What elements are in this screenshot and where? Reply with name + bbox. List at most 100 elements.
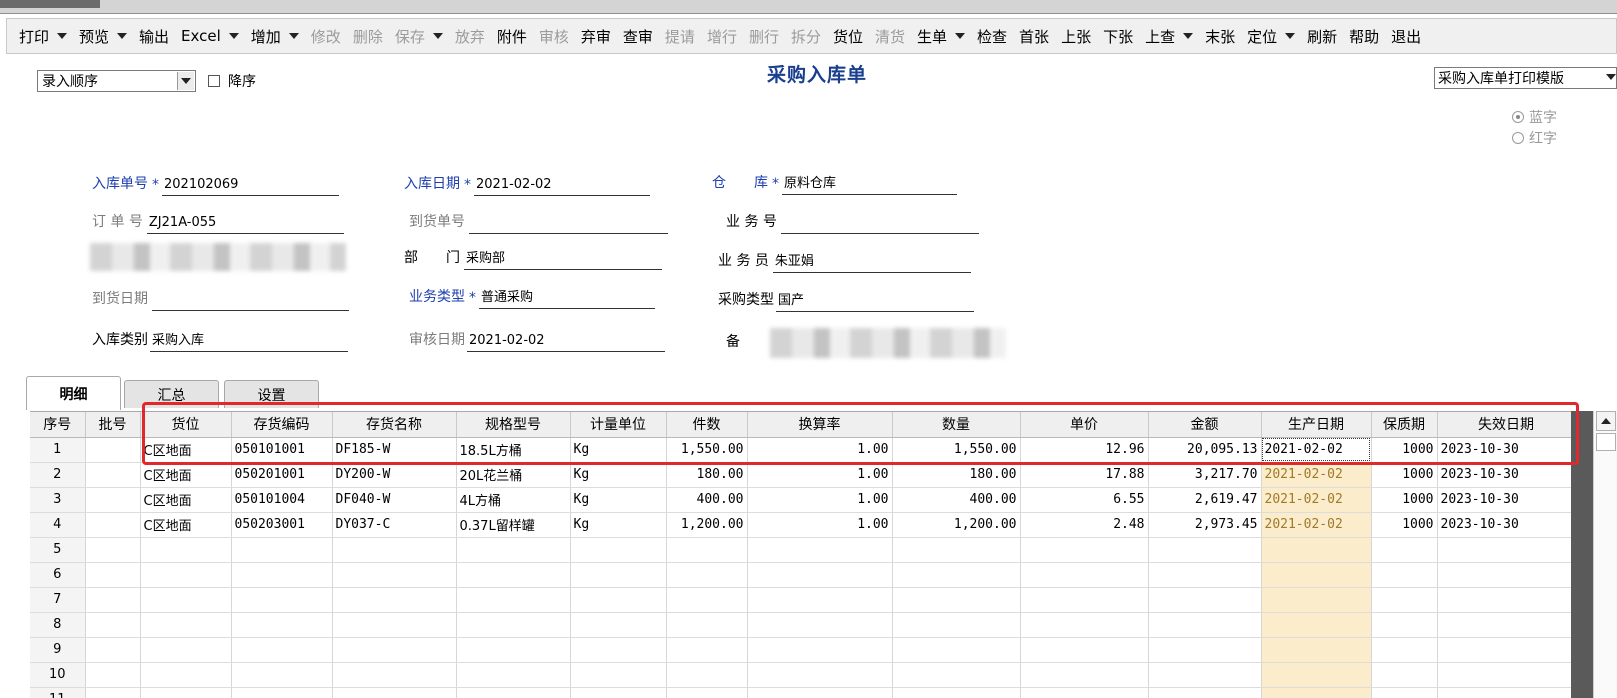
- table-cell[interactable]: [747, 562, 893, 588]
- table-row[interactable]: 6: [30, 562, 1575, 588]
- arrival-no-input[interactable]: [469, 214, 668, 234]
- table-cell[interactable]: 20,095.13: [1148, 437, 1262, 463]
- table-cell[interactable]: 400.00: [666, 487, 748, 513]
- column-header[interactable]: 货位: [140, 412, 232, 438]
- table-cell[interactable]: [1020, 687, 1149, 698]
- table-cell[interactable]: [1261, 537, 1372, 563]
- table-cell[interactable]: 1,550.00: [666, 437, 748, 463]
- table-cell[interactable]: [1020, 562, 1149, 588]
- table-cell[interactable]: [140, 662, 232, 688]
- table-cell[interactable]: 050201001: [231, 462, 333, 488]
- table-cell[interactable]: C区地面: [140, 487, 232, 513]
- table-cell[interactable]: [1020, 637, 1149, 663]
- chevron-down-icon[interactable]: [288, 33, 299, 39]
- table-cell[interactable]: [332, 587, 457, 613]
- toolbar-button-28[interactable]: 帮助: [1343, 22, 1385, 50]
- toolbar-button-13[interactable]: 提请: [659, 22, 701, 50]
- table-cell[interactable]: C区地面: [140, 437, 232, 463]
- table-cell[interactable]: 2023-10-30: [1437, 462, 1575, 488]
- column-header[interactable]: 生产日期: [1261, 412, 1372, 438]
- order-no-input[interactable]: ZJ21A-055: [146, 214, 344, 234]
- table-cell[interactable]: [1261, 687, 1372, 698]
- toolbar-button-26[interactable]: 定位: [1241, 22, 1301, 50]
- table-cell[interactable]: [1371, 587, 1438, 613]
- table-cell[interactable]: 1000: [1371, 462, 1438, 488]
- table-cell[interactable]: 050101001: [231, 437, 333, 463]
- table-cell[interactable]: [456, 537, 571, 563]
- table-cell[interactable]: 400.00: [892, 487, 1021, 513]
- table-cell[interactable]: 2023-10-30: [1437, 512, 1575, 538]
- table-cell[interactable]: [1148, 662, 1262, 688]
- table-cell[interactable]: [231, 587, 333, 613]
- table-cell[interactable]: [231, 562, 333, 588]
- table-cell[interactable]: [85, 437, 141, 463]
- table-cell[interactable]: [570, 687, 667, 698]
- toolbar-button-1[interactable]: 预览: [73, 22, 133, 50]
- scroll-thumb[interactable]: [1596, 433, 1616, 451]
- column-header[interactable]: 存货编码: [231, 412, 333, 438]
- table-cell[interactable]: [231, 537, 333, 563]
- column-header[interactable]: 序号: [30, 412, 86, 438]
- table-cell[interactable]: [231, 612, 333, 638]
- table-cell[interactable]: 12.96: [1020, 437, 1149, 463]
- column-header[interactable]: 存货名称: [332, 412, 457, 438]
- toolbar-button-2[interactable]: 输出: [133, 22, 175, 50]
- table-cell[interactable]: [85, 537, 141, 563]
- table-cell[interactable]: 2021-02-02: [1261, 487, 1372, 513]
- sort-order-select[interactable]: 录入顺序: [37, 70, 196, 92]
- column-header[interactable]: 计量单位: [570, 412, 667, 438]
- table-cell[interactable]: [85, 662, 141, 688]
- tab-detail[interactable]: 明细: [26, 376, 121, 410]
- table-cell[interactable]: [1148, 562, 1262, 588]
- table-cell[interactable]: 20L花兰桶: [456, 462, 571, 488]
- radio-red[interactable]: 红字: [1512, 128, 1557, 148]
- table-cell[interactable]: [570, 662, 667, 688]
- table-row[interactable]: 4 C区地面 050203001 DY037-C 0.37L留样罐 Kg 1,200.00 1…: [30, 512, 1575, 538]
- table-cell[interactable]: [85, 687, 141, 698]
- table-cell[interactable]: 1.00: [747, 437, 893, 463]
- table-cell[interactable]: 180.00: [666, 462, 748, 488]
- table-cell[interactable]: [85, 612, 141, 638]
- table-cell[interactable]: [1020, 587, 1149, 613]
- table-cell[interactable]: [1437, 612, 1575, 638]
- table-cell[interactable]: [1148, 537, 1262, 563]
- table-cell[interactable]: 1,550.00: [892, 437, 1021, 463]
- chevron-down-icon[interactable]: [1183, 33, 1194, 39]
- table-cell[interactable]: 4L方桶: [456, 487, 571, 513]
- table-cell[interactable]: [666, 637, 748, 663]
- table-cell[interactable]: [1020, 662, 1149, 688]
- purchase-type-input[interactable]: 国产: [776, 292, 974, 312]
- toolbar-button-11[interactable]: 弃审: [575, 22, 617, 50]
- chevron-down-icon[interactable]: [432, 33, 443, 39]
- toolbar-button-18[interactable]: 清货: [869, 22, 911, 50]
- audit-date-input[interactable]: 2021-02-02: [467, 332, 665, 352]
- table-cell[interactable]: Kg: [570, 487, 667, 513]
- table-cell[interactable]: [1148, 687, 1262, 698]
- table-cell[interactable]: 17.88: [1020, 462, 1149, 488]
- table-cell[interactable]: 2.48: [1020, 512, 1149, 538]
- chevron-down-icon[interactable]: [177, 72, 194, 90]
- table-cell[interactable]: [1261, 562, 1372, 588]
- table-cell[interactable]: [456, 562, 571, 588]
- table-cell[interactable]: [666, 537, 748, 563]
- print-template-select[interactable]: 采购入库单打印模版: [1434, 67, 1617, 89]
- table-cell[interactable]: [892, 662, 1021, 688]
- toolbar-button-4[interactable]: 增加: [245, 22, 305, 50]
- chevron-down-icon[interactable]: [117, 33, 128, 39]
- column-header[interactable]: 规格型号: [456, 412, 571, 438]
- toolbar-button-3[interactable]: Excel: [175, 22, 245, 50]
- table-cell[interactable]: [570, 612, 667, 638]
- toolbar-button-23[interactable]: 下张: [1097, 22, 1139, 50]
- table-cell[interactable]: 050101004: [231, 487, 333, 513]
- clerk-input[interactable]: 朱亚娟: [772, 253, 971, 273]
- descending-checkbox[interactable]: 降序: [208, 71, 256, 91]
- table-cell[interactable]: [140, 537, 232, 563]
- table-cell[interactable]: [892, 562, 1021, 588]
- toolbar-button-17[interactable]: 货位: [827, 22, 869, 50]
- table-cell[interactable]: [1261, 637, 1372, 663]
- table-cell[interactable]: 2021-02-02: [1261, 437, 1372, 463]
- radio-blue[interactable]: 蓝字: [1512, 107, 1557, 127]
- toolbar-button-29[interactable]: 退出: [1385, 22, 1427, 50]
- table-cell[interactable]: [892, 537, 1021, 563]
- table-cell[interactable]: [666, 662, 748, 688]
